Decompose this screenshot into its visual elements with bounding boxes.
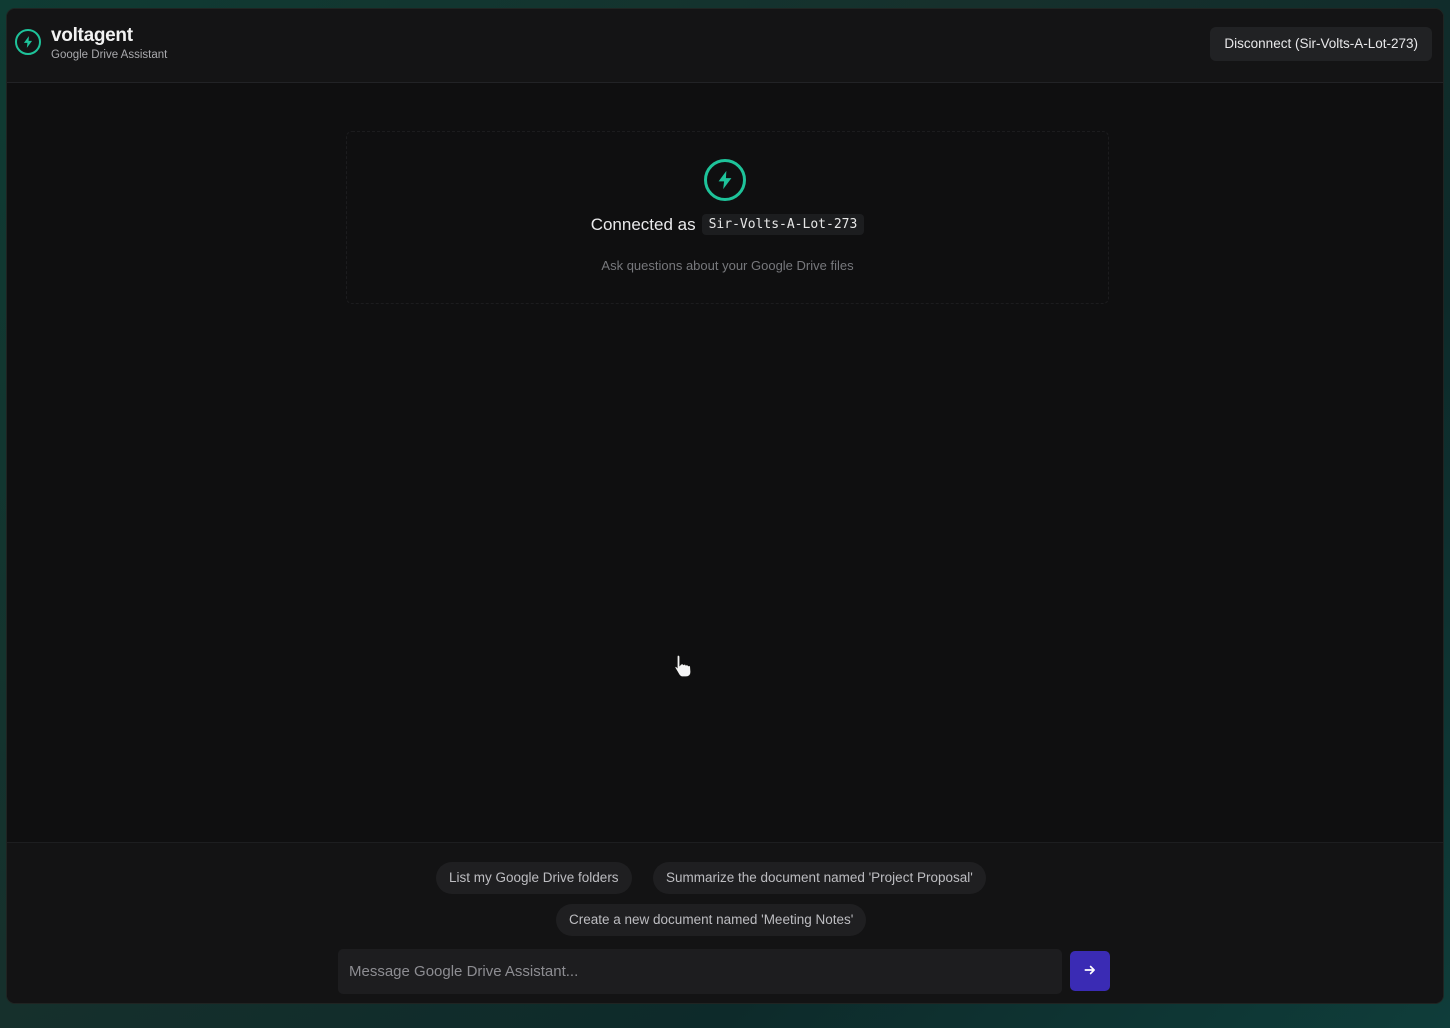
message-input-wrapper: [338, 949, 1062, 994]
connected-label: Connected as: [590, 214, 696, 234]
arrow-right-icon: [1083, 963, 1097, 980]
app-window: voltagent Google Drive Assistant Disconn…: [7, 9, 1443, 1003]
brand-name: voltagent: [51, 25, 133, 46]
mouse-cursor-icon: [672, 653, 694, 684]
bolt-icon: [704, 159, 746, 201]
welcome-subtitle: Ask questions about your Google Drive fi…: [601, 258, 854, 273]
message-input[interactable]: [338, 949, 1062, 994]
connected-status: Connected as Sir-Volts-A-Lot-273: [347, 214, 1108, 235]
suggestion-chip[interactable]: List my Google Drive folders: [436, 862, 632, 894]
header: voltagent Google Drive Assistant Disconn…: [7, 9, 1443, 83]
suggestion-chip[interactable]: Create a new document named 'Meeting Not…: [556, 904, 867, 936]
suggestion-chip[interactable]: Summarize the document named 'Project Pr…: [653, 862, 986, 894]
composer-area: List my Google Drive folders Summarize t…: [7, 842, 1443, 1003]
bolt-icon: [15, 29, 41, 55]
brand-subtitle: Google Drive Assistant: [51, 49, 168, 61]
username-code: Sir-Volts-A-Lot-273: [701, 214, 865, 235]
brand: voltagent Google Drive Assistant: [15, 26, 167, 62]
send-button[interactable]: [1070, 951, 1110, 991]
disconnect-button[interactable]: Disconnect (Sir-Volts-A-Lot-273): [1210, 27, 1432, 61]
welcome-panel: Connected as Sir-Volts-A-Lot-273 Ask que…: [346, 131, 1109, 304]
